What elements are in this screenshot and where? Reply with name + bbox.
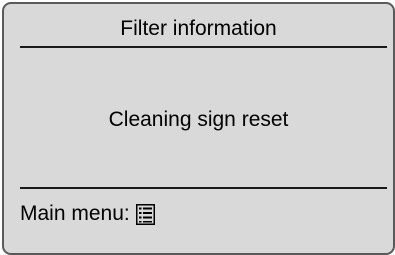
main-menu-label: Main menu: <box>20 202 130 225</box>
remote-controller-display: Filter information Cleaning sign reset M… <box>2 2 395 255</box>
cleaning-sign-reset-message: Cleaning sign reset <box>108 108 289 131</box>
screen-title: Filter information <box>120 17 277 40</box>
title-divider <box>20 46 387 48</box>
main-menu-list-icon[interactable] <box>135 203 155 225</box>
footer-divider <box>20 187 387 189</box>
main-menu-footer[interactable]: Main menu: <box>20 201 155 227</box>
